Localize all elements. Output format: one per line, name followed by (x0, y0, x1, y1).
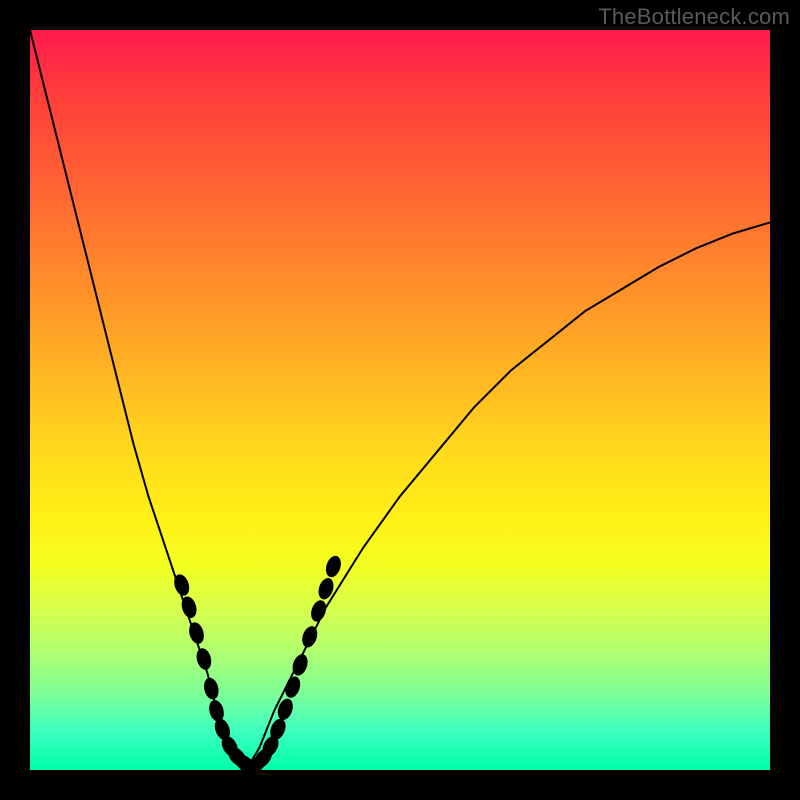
plot-area (30, 30, 770, 770)
marker-point (187, 621, 206, 646)
marker-point (202, 676, 221, 701)
marker-point (283, 674, 303, 699)
marker-point (300, 624, 320, 649)
right-branch-line (248, 222, 770, 766)
watermark-text: TheBottleneck.com (598, 4, 790, 30)
marker-point (275, 697, 295, 722)
marker-point (194, 647, 213, 672)
curve-svg (30, 30, 770, 770)
marker-group (172, 554, 344, 770)
curve-lines (30, 30, 770, 766)
marker-point (308, 598, 328, 623)
marker-point (207, 698, 226, 723)
marker-point (323, 554, 343, 579)
chart-frame: TheBottleneck.com (0, 0, 800, 800)
left-branch-line (30, 30, 248, 766)
